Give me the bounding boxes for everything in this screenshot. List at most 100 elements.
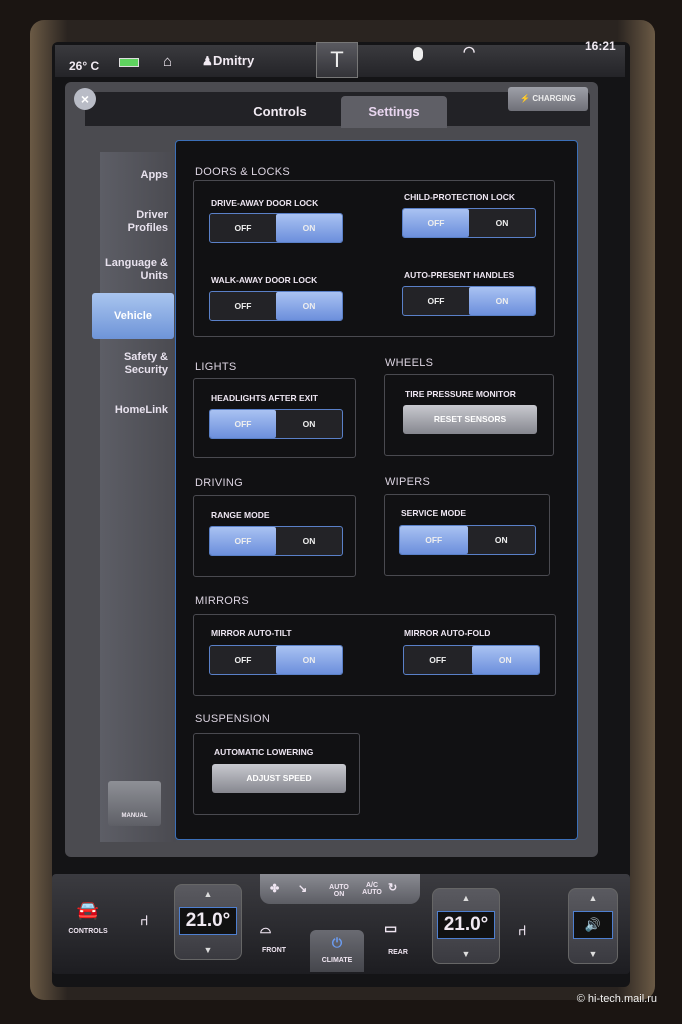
tab-controls[interactable]: Controls: [235, 96, 325, 128]
walk-away-label: WALK-AWAY DOOR LOCK: [211, 275, 318, 285]
on-option[interactable]: ON: [276, 214, 342, 242]
off-option[interactable]: OFF: [210, 527, 276, 555]
sidebar-item-driver-profiles[interactable]: Driver Profiles: [108, 209, 168, 235]
front-defrost-label[interactable]: FRONT: [252, 947, 296, 954]
auto-on-label[interactable]: AUTO ON: [324, 884, 354, 898]
automatic-lowering-label: AUTOMATIC LOWERING: [214, 747, 314, 757]
home-icon[interactable]: ⌂: [163, 53, 172, 70]
mirror-auto-tilt-toggle[interactable]: OFF ON: [209, 645, 343, 675]
headlights-toggle[interactable]: OFF ON: [209, 409, 343, 439]
manual-label: MANUAL: [121, 813, 148, 819]
volume-down-icon[interactable]: ▼: [569, 949, 617, 959]
service-mode-label: SERVICE MODE: [401, 508, 467, 518]
mirror-auto-tilt-label: MIRROR AUTO-TILT: [211, 628, 292, 638]
volume-control: ▲ 🔊 ▼: [568, 888, 618, 964]
battery-icon: [119, 58, 139, 67]
right-temp-down-icon[interactable]: ▼: [433, 949, 499, 959]
bluetooth-icon[interactable]: [413, 47, 423, 61]
car-icon[interactable]: 🚘: [58, 900, 118, 921]
walk-away-toggle[interactable]: OFF ON: [209, 291, 343, 321]
user-name[interactable]: Dmitry: [213, 53, 254, 68]
climate-label: CLIMATE: [321, 957, 353, 964]
left-temperature-control: ▲ 21.0° ▼: [174, 884, 242, 960]
sidebar-item-language-units[interactable]: Language & Units: [98, 257, 168, 283]
headlights-label: HEADLIGHTS AFTER EXIT: [211, 393, 318, 403]
on-option[interactable]: ON: [276, 292, 342, 320]
sidebar-item-safety-security[interactable]: Safety & Security: [108, 351, 168, 377]
left-temp-down-icon[interactable]: ▼: [175, 945, 241, 955]
recirculate-icon[interactable]: ↻: [388, 881, 397, 894]
reset-sensors-button[interactable]: RESET SENSORS: [403, 405, 537, 434]
front-defrost-icon[interactable]: ⌓: [260, 920, 271, 937]
off-option[interactable]: OFF: [403, 209, 469, 237]
off-option[interactable]: OFF: [400, 526, 468, 554]
on-option[interactable]: ON: [469, 209, 535, 237]
drive-away-toggle[interactable]: OFF ON: [209, 213, 343, 243]
off-option[interactable]: OFF: [210, 214, 276, 242]
service-mode-toggle[interactable]: OFF ON: [399, 525, 536, 555]
off-option[interactable]: OFF: [403, 287, 469, 315]
outside-temperature: 26° C: [69, 59, 100, 73]
on-option[interactable]: ON: [276, 527, 342, 555]
off-option[interactable]: OFF: [210, 410, 276, 438]
mirror-auto-fold-toggle[interactable]: OFF ON: [403, 645, 540, 675]
auto-present-toggle[interactable]: OFF ON: [402, 286, 536, 316]
climate-button[interactable]: ⏻ CLIMATE: [310, 930, 364, 972]
clock: 16:21: [585, 39, 616, 53]
rear-defrost-label[interactable]: REAR: [378, 949, 418, 956]
adjust-speed-button[interactable]: ADJUST SPEED: [212, 764, 346, 793]
left-seat-heater-icon[interactable]: ⑁: [140, 912, 148, 928]
section-title-wheels: WHEELS: [385, 357, 434, 369]
section-title-mirrors: MIRRORS: [195, 595, 250, 607]
volume-up-icon[interactable]: ▲: [569, 893, 617, 903]
charging-button[interactable]: ⚡ CHARGING: [508, 87, 588, 111]
section-title-doors-locks: DOORS & LOCKS: [195, 166, 290, 178]
charging-icon: ⚡: [520, 94, 533, 103]
sidebar-item-homelink[interactable]: HomeLink: [88, 404, 168, 417]
wifi-icon: ◠: [463, 43, 476, 59]
mirror-auto-fold-label: MIRROR AUTO-FOLD: [404, 628, 491, 638]
fan-control-strip: ✤ ↘ AUTO ON A/C AUTO ↻: [260, 874, 420, 904]
section-title-driving: DRIVING: [195, 477, 243, 489]
power-icon: ⏻: [331, 935, 343, 950]
sidebar-item-apps[interactable]: Apps: [88, 169, 169, 182]
user-icon: ♟: [202, 54, 213, 68]
tire-pressure-label: TIRE PRESSURE MONITOR: [405, 389, 516, 399]
range-mode-label: RANGE MODE: [211, 510, 270, 520]
tesla-logo-button[interactable]: T: [316, 42, 358, 78]
rear-defrost-icon[interactable]: ▭: [384, 920, 397, 937]
manual-button[interactable]: MANUAL: [108, 781, 161, 826]
left-temp-up-icon[interactable]: ▲: [175, 889, 241, 899]
drive-away-label: DRIVE-AWAY DOOR LOCK: [211, 198, 319, 208]
section-title-lights: LIGHTS: [195, 361, 237, 373]
ac-auto-label[interactable]: A/C AUTO: [360, 882, 384, 896]
auto-present-label: AUTO-PRESENT HANDLES: [404, 270, 515, 280]
right-temperature-control: ▲ 21.0° ▼: [432, 888, 500, 964]
on-option[interactable]: ON: [276, 410, 342, 438]
sidebar: Apps Driver Profiles Language & Units Ve…: [92, 152, 176, 842]
tab-settings[interactable]: Settings: [341, 96, 447, 128]
airflow-icon[interactable]: ↘: [298, 882, 307, 895]
climate-bar: 🚘 CONTROLS ⑁ ▲ 21.0° ▼ ✤ ↘ AUTO ON A/C A…: [52, 874, 630, 974]
right-temperature: 21.0°: [437, 911, 495, 939]
on-option[interactable]: ON: [276, 646, 342, 674]
off-option[interactable]: OFF: [404, 646, 472, 674]
controls-label[interactable]: CONTROLS: [58, 928, 118, 935]
right-temp-up-icon[interactable]: ▲: [433, 893, 499, 903]
section-title-suspension: SUSPENSION: [195, 713, 271, 725]
left-temperature: 21.0°: [179, 907, 237, 935]
right-seat-heater-icon[interactable]: ⑁: [518, 922, 526, 938]
sidebar-item-vehicle[interactable]: Vehicle: [92, 293, 174, 339]
watermark: © hi-tech.mail.ru: [576, 993, 657, 1005]
range-mode-toggle[interactable]: OFF ON: [209, 526, 343, 556]
on-option[interactable]: ON: [468, 526, 536, 554]
speaker-icon: 🔊: [573, 911, 613, 939]
off-option[interactable]: OFF: [210, 646, 276, 674]
child-protection-label: CHILD-PROTECTION LOCK: [404, 192, 515, 202]
close-icon[interactable]: ×: [74, 88, 96, 110]
on-option[interactable]: ON: [471, 646, 539, 674]
on-option[interactable]: ON: [469, 287, 535, 315]
child-protection-toggle[interactable]: OFF ON: [402, 208, 536, 238]
off-option[interactable]: OFF: [210, 292, 276, 320]
fan-icon[interactable]: ✤: [270, 882, 279, 895]
